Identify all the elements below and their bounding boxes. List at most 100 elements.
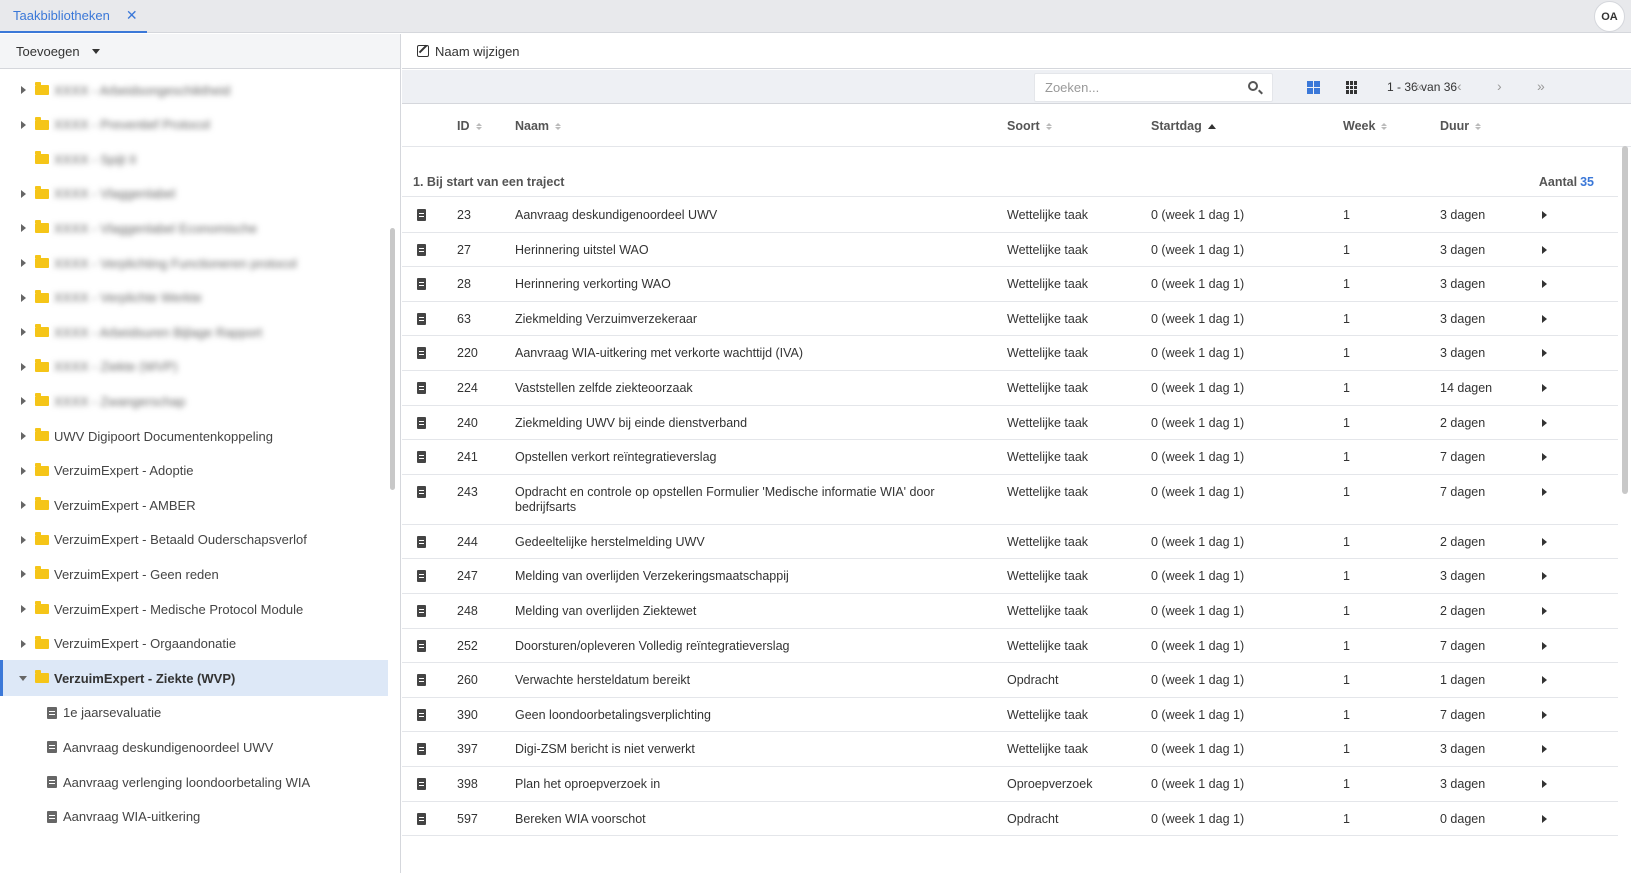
column-header-type[interactable]: Soort (1007, 119, 1052, 133)
row-details-chevron-icon[interactable] (1542, 676, 1547, 685)
table-row[interactable]: 248 Melding van overlijden Ziektewet Wette… (402, 594, 1618, 629)
next-page-button[interactable]: › (1497, 78, 1502, 94)
row-details-chevron-icon[interactable] (1542, 245, 1547, 254)
tree-scrollbar[interactable] (390, 228, 395, 490)
search-icon[interactable] (1248, 81, 1258, 91)
expand-icon[interactable] (21, 466, 26, 475)
tree-task-item[interactable]: Aanvraag WIA-uitkering (0, 799, 388, 835)
row-details-chevron-icon[interactable] (1542, 537, 1547, 546)
table-row[interactable]: 390 Geen loondoorbetalingsverplichting Wet… (402, 698, 1618, 733)
row-details-chevron-icon[interactable] (1542, 607, 1547, 615)
table-row[interactable]: 398 Plan het oproepverzoek in Oproepverzoe… (402, 767, 1618, 802)
tree-folder[interactable]: XXXX - Verplichte Werkte (0, 280, 388, 316)
tree-task-item[interactable]: Aanvraag verlenging loondoorbetaling WIA (0, 764, 388, 800)
row-details-chevron-icon[interactable] (1542, 572, 1547, 581)
expand-icon[interactable] (21, 259, 26, 267)
first-page-button[interactable]: « (1415, 78, 1423, 94)
table-row[interactable]: 241 Opstellen verkort reïntegratieverslag… (402, 440, 1618, 475)
task-list-panel: Naam wijzigen 1 - 36 van 36 « ‹ › » ID N… (402, 34, 1631, 873)
expand-icon[interactable] (21, 639, 26, 648)
tree-folder[interactable]: XXXX - Verplichting Functioneren protoco… (0, 245, 388, 281)
column-header-id[interactable]: ID (457, 119, 482, 133)
row-details-chevron-icon[interactable] (1542, 453, 1547, 462)
tree-folder[interactable]: VerzuimExpert - Medische Protocol Module (0, 591, 388, 627)
tree-folder[interactable]: VerzuimExpert - AMBER (0, 487, 388, 523)
cell-name: Aanvraag deskundigenoordeel UWV (515, 208, 718, 222)
row-details-chevron-icon[interactable] (1542, 418, 1547, 427)
collapse-icon[interactable] (19, 675, 27, 681)
tree-folder[interactable]: XXXX - Vlaggenlabel Economische (0, 210, 388, 246)
table-row[interactable]: 252 Doorsturen/opleveren Volledig reïnteg… (402, 629, 1618, 664)
column-header-start[interactable]: Startdag (1151, 119, 1216, 133)
row-details-chevron-icon[interactable] (1542, 641, 1547, 650)
table-row[interactable]: 397 Digi-ZSM bericht is niet verwerkt Wett… (402, 732, 1618, 767)
table-row[interactable]: 23 Aanvraag deskundigenoordeel UWV Wetteli… (402, 198, 1618, 233)
table-scrollbar[interactable] (1622, 146, 1628, 494)
add-dropdown-button[interactable]: Toevoegen (16, 44, 100, 59)
previous-page-button[interactable]: ‹ (1457, 78, 1462, 94)
tree-folder[interactable]: XXXX - Ziekte (WVP) (0, 349, 388, 385)
tree-folder[interactable]: XXXX - Arbeidsongeschiktheid (0, 72, 388, 108)
row-details-chevron-icon[interactable] (1542, 384, 1547, 392)
cell-type: Wettelijke taak (1007, 569, 1089, 584)
tree-folder[interactable]: VerzuimExpert - Adoptie (0, 453, 388, 489)
last-page-button[interactable]: » (1537, 78, 1545, 94)
tree-task-item[interactable]: Aanvraag deskundigenoordeel UWV (0, 729, 388, 765)
row-details-chevron-icon[interactable] (1542, 745, 1547, 754)
row-details-chevron-icon[interactable] (1542, 314, 1547, 323)
tree-folder[interactable]: XXXX - Preventief Protocol (0, 107, 388, 143)
tree-folder[interactable]: XXXX - Zwangerschap (0, 383, 388, 419)
table-row[interactable]: 260 Verwachte hersteldatum bereikt Opdrach… (402, 663, 1618, 698)
tree-folder[interactable]: XXXX - Arbeidsuren Bijlage Rapport (0, 314, 388, 350)
table-row[interactable]: 220 Aanvraag WIA-uitkering met verkorte w… (402, 336, 1618, 371)
column-header-name[interactable]: Naam (515, 119, 562, 133)
search-input[interactable] (1034, 73, 1273, 102)
expand-icon[interactable] (21, 362, 26, 371)
row-details-chevron-icon[interactable] (1542, 710, 1547, 719)
row-details-chevron-icon[interactable] (1542, 814, 1547, 823)
expand-icon[interactable] (21, 86, 26, 94)
expand-icon[interactable] (21, 224, 26, 233)
tree-folder[interactable]: VerzuimExpert - Betaald Ouderschapsverlo… (0, 522, 388, 558)
table-row[interactable]: 224 Vaststellen zelfde ziekteoorzaak Wette… (402, 371, 1618, 406)
table-row[interactable]: 28 Herinnering verkorting WAO Wettelijke t… (402, 267, 1618, 302)
table-row[interactable]: 247 Melding van overlijden Verzekeringsma… (402, 559, 1618, 594)
row-details-chevron-icon[interactable] (1542, 280, 1547, 289)
tree-folder[interactable]: UWV Digipoort Documentenkoppeling (0, 418, 388, 454)
tree-folder[interactable]: XXXX - Vlaggenlabel (0, 176, 388, 212)
expand-icon[interactable] (21, 501, 26, 510)
avatar[interactable]: OA (1594, 1, 1625, 32)
close-icon[interactable]: ✕ (126, 7, 138, 24)
expand-icon[interactable] (21, 605, 26, 613)
row-details-chevron-icon[interactable] (1542, 487, 1547, 496)
large-grid-view-icon[interactable] (1307, 81, 1320, 94)
group-header[interactable]: 1. Bij start van een traject Aantal 35 (402, 167, 1618, 197)
small-grid-view-icon[interactable] (1346, 81, 1359, 94)
tree-folder-selected[interactable]: VerzuimExpert - Ziekte (WVP) (0, 660, 388, 697)
tree-folder[interactable]: VerzuimExpert - Orgaandonatie (0, 626, 388, 662)
tree-folder[interactable]: VerzuimExpert - Geen reden (0, 556, 388, 592)
expand-icon[interactable] (21, 189, 26, 198)
row-details-chevron-icon[interactable] (1542, 211, 1547, 219)
table-row[interactable]: 597 Bereken WIA voorschot Opdracht 0 (week … (402, 802, 1618, 837)
expand-icon[interactable] (21, 293, 26, 302)
expand-icon[interactable] (21, 328, 26, 337)
tree-task-item[interactable]: 1e jaarsevaluatie (0, 695, 388, 731)
expand-icon[interactable] (21, 570, 26, 579)
row-details-chevron-icon[interactable] (1542, 349, 1547, 358)
table-row[interactable]: 240 Ziekmelding UWV bij einde dienstverba… (402, 406, 1618, 441)
expand-icon[interactable] (21, 535, 26, 544)
table-row[interactable]: 63 Ziekmelding Verzuimverzekeraar Wettelij… (402, 302, 1618, 337)
expand-icon[interactable] (21, 120, 26, 129)
expand-icon[interactable] (21, 432, 26, 440)
column-header-duration[interactable]: Duur (1440, 119, 1482, 133)
column-header-week[interactable]: Week (1343, 119, 1388, 133)
table-row[interactable]: 27 Herinnering uitstel WAO Wettelijke taak… (402, 233, 1618, 268)
tree-folder[interactable]: XXXX - Spijt II (0, 141, 388, 177)
expand-icon[interactable] (21, 397, 26, 406)
row-details-chevron-icon[interactable] (1542, 780, 1547, 788)
tab-taakbibliotheken[interactable]: Taakbibliotheken ✕ (0, 0, 147, 33)
table-row[interactable]: 243 Opdracht en controle op opstellen For… (402, 475, 1618, 525)
rename-button[interactable]: Naam wijzigen (417, 44, 520, 59)
table-row[interactable]: 244 Gedeeltelijke herstelmelding UWV Wette… (402, 525, 1618, 560)
